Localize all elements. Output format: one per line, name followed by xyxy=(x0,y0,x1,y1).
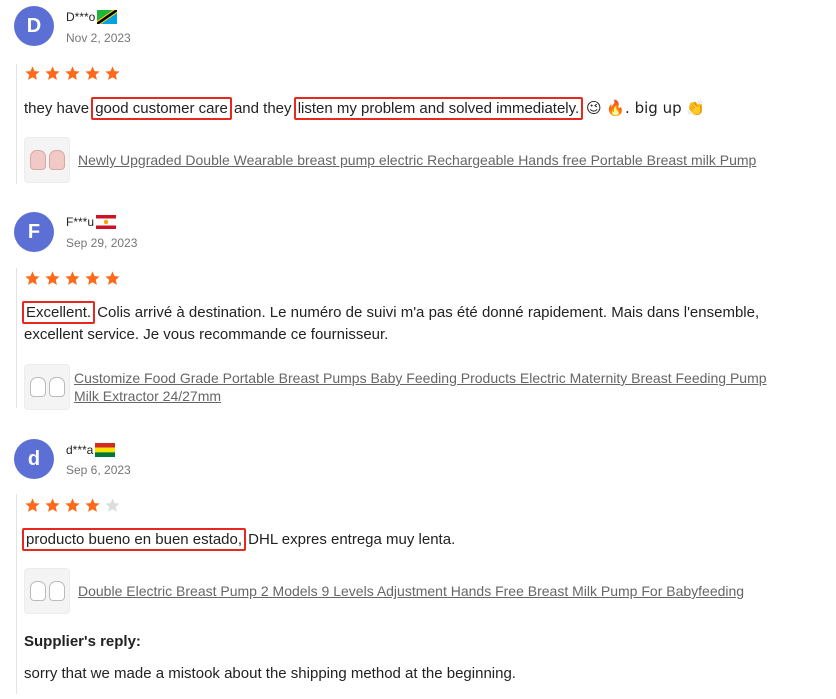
star-icon xyxy=(45,66,60,80)
review-date: Nov 2, 2023 xyxy=(66,31,131,45)
highlighted-phrase: producto bueno en buen estado, xyxy=(22,528,247,551)
review-date: Sep 29, 2023 xyxy=(66,236,138,250)
star-icon xyxy=(85,271,100,285)
star-rating xyxy=(24,65,121,82)
product-link-row[interactable]: Newly Upgraded Double Wearable breast pu… xyxy=(24,137,756,183)
star-icon xyxy=(85,498,100,512)
product-thumbnail[interactable] xyxy=(24,568,70,614)
pump-cup-shape xyxy=(29,581,46,601)
pump-cup-shape xyxy=(29,377,46,397)
pump-cup-shape xyxy=(29,150,46,170)
reviewer-name: d***a xyxy=(66,443,116,457)
product-link-row[interactable]: Customize Food Grade Portable Breast Pum… xyxy=(24,364,767,410)
review-text: Excellent. Colis arrivé à destination. L… xyxy=(22,301,814,346)
reviewer-name: F***u xyxy=(66,215,117,229)
star-icon xyxy=(65,498,80,512)
review-text: producto bueno en buen estado, DHL expre… xyxy=(22,528,814,551)
divider xyxy=(16,494,17,694)
reviewer-name: D***o xyxy=(66,10,118,24)
review-date: Sep 6, 2023 xyxy=(66,463,131,477)
star-icon xyxy=(25,271,40,285)
pump-cup-shape xyxy=(48,150,65,170)
star-icon xyxy=(105,66,120,80)
star-icon xyxy=(45,498,60,512)
divider xyxy=(16,64,17,184)
review-text-part: Colis arrivé à destination. Le numéro de… xyxy=(24,304,760,343)
review-text-part: and they xyxy=(229,100,296,117)
product-link[interactable]: Double Electric Breast Pump 2 Models 9 L… xyxy=(78,582,744,600)
star-icon xyxy=(105,271,120,285)
tanzania-flag-icon xyxy=(97,10,118,24)
product-link-row[interactable]: Double Electric Breast Pump 2 Models 9 L… xyxy=(24,568,744,614)
star-rating xyxy=(24,270,121,287)
review-text-part: DHL expres entrega muy lenta. xyxy=(244,531,456,548)
pump-cup-shape xyxy=(48,581,65,601)
supplier-reply-title: Supplier's reply: xyxy=(24,633,141,650)
avatar: D xyxy=(14,6,54,46)
review-text: they have good customer care and they li… xyxy=(24,97,814,120)
supplier-reply-text: sorry that we made a mistook about the s… xyxy=(24,665,516,682)
highlighted-phrase: Excellent. xyxy=(22,301,96,324)
avatar: F xyxy=(14,212,54,252)
reviewer-name-text: F***u xyxy=(66,215,95,229)
reviewer-name-text: d***a xyxy=(66,443,94,457)
star-icon xyxy=(65,66,80,80)
product-link[interactable]: Milk Extractor 24/27mm xyxy=(74,387,767,405)
product-thumbnail[interactable] xyxy=(24,137,70,183)
reviewer-name-text: D***o xyxy=(66,10,96,24)
star-icon xyxy=(25,498,40,512)
product-link[interactable]: Newly Upgraded Double Wearable breast pu… xyxy=(78,151,756,169)
star-icon xyxy=(25,66,40,80)
highlighted-phrase: good customer care xyxy=(91,97,232,120)
french-polynesia-flag-icon xyxy=(96,215,117,229)
bolivia-flag-icon xyxy=(95,443,116,457)
highlighted-phrase: listen my problem and solved immediately… xyxy=(293,97,584,120)
product-link-block[interactable]: Customize Food Grade Portable Breast Pum… xyxy=(70,369,767,405)
star-icon xyxy=(45,271,60,285)
pump-cup-shape xyxy=(48,377,65,397)
product-link[interactable]: Customize Food Grade Portable Breast Pum… xyxy=(74,369,767,387)
product-thumbnail[interactable] xyxy=(24,364,70,410)
review-text-part: they have xyxy=(24,100,94,117)
divider xyxy=(16,268,17,408)
star-icon xyxy=(65,271,80,285)
review-text-part: 😉 🔥. big up 👏 xyxy=(581,99,706,117)
star-rating xyxy=(24,497,121,514)
avatar: d xyxy=(14,439,54,479)
star-empty-icon xyxy=(105,498,120,512)
star-icon xyxy=(85,66,100,80)
